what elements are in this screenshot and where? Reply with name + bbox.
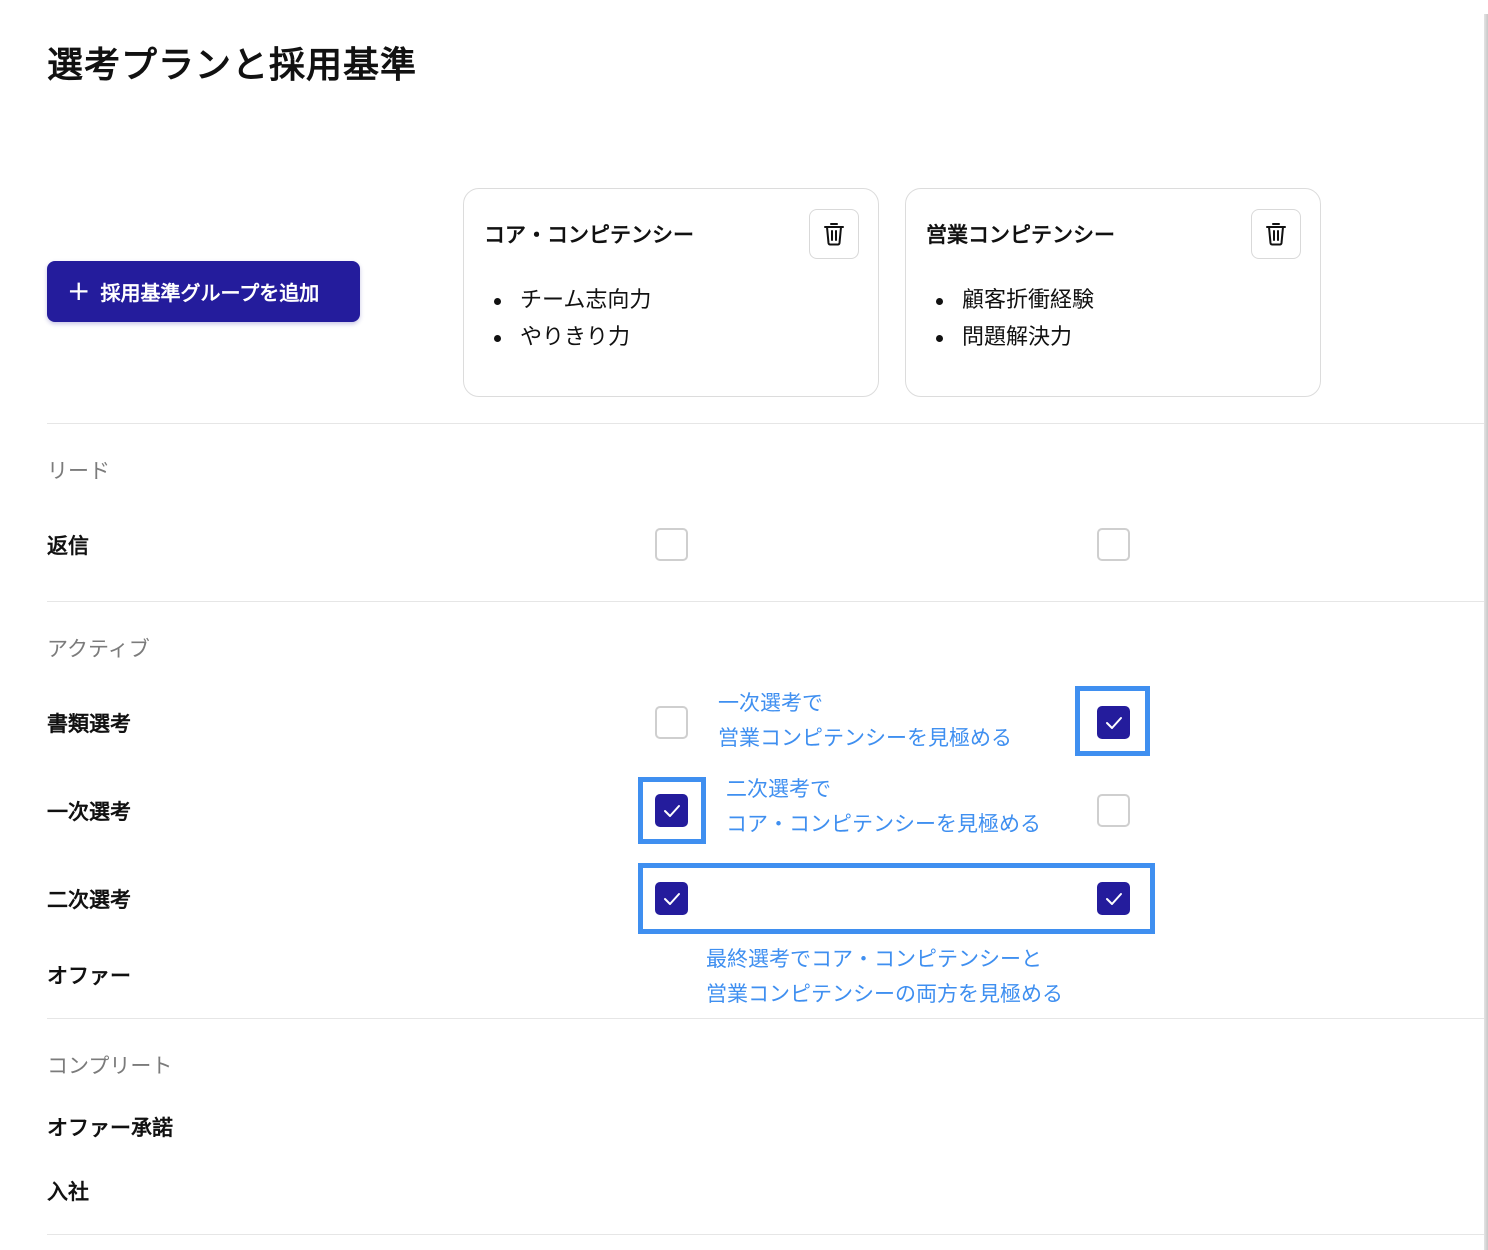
criteria-list: 顧客折衝経験 問題解決力 (934, 282, 1094, 356)
criteria-item: 顧客折衝経験 (934, 282, 1094, 319)
annotation-line: コア・コンピテンシーを見極める (726, 812, 1041, 836)
section-label-active: アクティブ (47, 637, 150, 661)
annotation-note: 一次選考で 営業コンピテンシーを見極める (718, 686, 1012, 756)
annotation-highlight (638, 863, 1155, 934)
annotation-line: 最終選考でコア・コンピテンシーと (706, 947, 1042, 971)
annotation-line: 二次選考で (726, 777, 831, 801)
row-label-first-interview: 一次選考 (47, 800, 131, 824)
section-divider (47, 1018, 1484, 1019)
annotation-highlight (638, 777, 706, 844)
section-divider (47, 601, 1484, 602)
criteria-list: チーム志向力 やりきり力 (492, 282, 651, 356)
row-label-offer-accepted: オファー承諾 (47, 1116, 173, 1140)
criteria-item: 問題解決力 (934, 319, 1094, 356)
annotation-note: 最終選考でコア・コンピテンシーと 営業コンピテンシーの両方を見極める (706, 942, 1063, 1012)
criteria-item: やりきり力 (492, 319, 651, 356)
trash-icon (1266, 223, 1286, 246)
checkbox-reply-sales[interactable] (1097, 528, 1130, 561)
section-divider (47, 1234, 1484, 1235)
row-label-offer: オファー (47, 964, 131, 988)
row-label-second-interview: 二次選考 (47, 888, 131, 912)
checkbox-reply-core[interactable] (655, 528, 688, 561)
window-edge (1484, 14, 1488, 1250)
row-label-document-screening: 書類選考 (47, 712, 131, 736)
checkbox-document-core[interactable] (655, 706, 688, 739)
section-label-lead: リード (47, 459, 110, 483)
criteria-group-card: コア・コンピテンシー チーム志向力 やりきり力 (463, 188, 879, 397)
criteria-group-title: コア・コンピテンシー (484, 223, 694, 247)
delete-group-button[interactable] (1251, 209, 1301, 259)
checkbox-first-sales[interactable] (1097, 794, 1130, 827)
criteria-item: チーム志向力 (492, 282, 651, 319)
annotation-line: 営業コンピテンシーを見極める (718, 726, 1012, 750)
page-title: 選考プランと採用基準 (47, 45, 418, 86)
annotation-line: 一次選考で (718, 691, 823, 715)
trash-icon (824, 223, 844, 246)
annotation-highlight (1075, 686, 1150, 756)
section-label-complete: コンプリート (47, 1054, 173, 1078)
criteria-group-title: 営業コンピテンシー (926, 223, 1115, 247)
row-label-reply: 返信 (47, 534, 89, 558)
delete-group-button[interactable] (809, 209, 859, 259)
add-criteria-group-label: 採用基準グループを追加 (100, 281, 320, 305)
annotation-note: 二次選考で コア・コンピテンシーを見極める (726, 772, 1041, 842)
row-label-joined: 入社 (47, 1180, 89, 1204)
criteria-group-card: 営業コンピテンシー 顧客折衝経験 問題解決力 (905, 188, 1321, 397)
section-divider (47, 423, 1484, 424)
add-criteria-group-button[interactable]: + 採用基準グループを追加 (47, 261, 360, 322)
annotation-line: 営業コンピテンシーの両方を見極める (706, 982, 1063, 1006)
plus-icon: + (67, 273, 91, 307)
